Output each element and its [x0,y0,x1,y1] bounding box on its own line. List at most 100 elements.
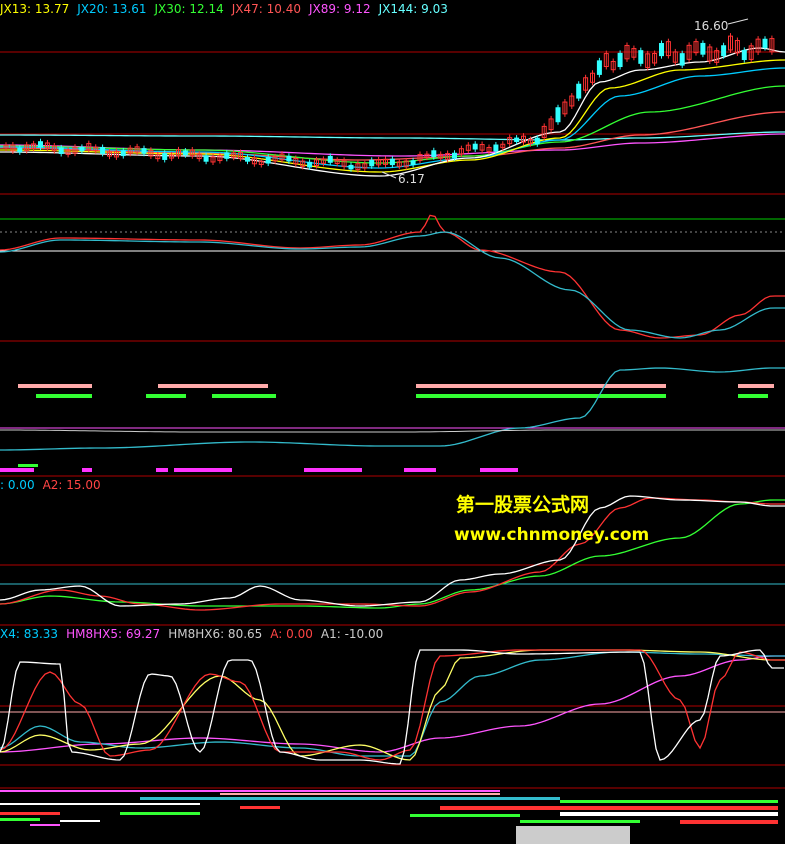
candle-body [617,52,623,68]
candle-body [762,38,768,49]
signal-bar [82,468,92,472]
signal-bar [0,790,500,792]
candle-body [203,155,209,162]
signal-bar [174,468,232,472]
low-price-label: 6.17 [398,172,425,186]
candle-body [327,155,333,163]
main-chart-indicator-row: JX13: 13.77 JX20: 13.61 JX30: 12.14 JX47: 1… [0,2,448,16]
candle-body [286,155,292,162]
watermark-url: www.chnmoney.com [454,525,650,545]
indicator-value: JX20: 13.61 [77,2,147,16]
indicator-value: JX89: 9.12 [309,2,371,16]
candle-body [38,141,43,148]
high-marker [727,18,749,25]
high-price-label: 16.60 [694,19,729,33]
signal-bar [0,818,40,821]
candle-body [58,147,64,154]
candle-body [431,150,437,158]
signal-bar [0,812,60,815]
candle-body [741,49,747,61]
signal-bar [520,820,640,823]
candle-body [534,137,540,145]
indicator-value: HM8HX5: 69.27 [66,627,161,641]
candle-body [348,164,354,170]
signal-bar [738,384,774,388]
signal-bar [738,394,768,398]
signal-bar [0,468,34,472]
signal-bar [120,812,200,815]
indicator-value: A: 0.00 [270,627,313,641]
candle-body [245,157,250,162]
candle-body [224,152,230,159]
osc-slow-line [0,231,785,339]
panel4-line-green [0,499,785,609]
signal-bar [212,394,276,398]
indicator-value: JX13: 13.77 [0,2,70,16]
candle-body [182,150,188,156]
indicator-value: : 0.00 [0,478,35,492]
signal-bar [560,812,778,816]
candle-body [162,152,168,160]
candle-body [493,144,499,152]
signal-bar [416,384,666,388]
signal-bar [158,384,268,388]
signal-bar [18,464,38,467]
signal-bar [404,468,436,472]
candle-body [79,146,85,152]
candle-body [17,147,23,153]
candle-body [596,60,602,75]
watermark-title: 第一股票公式网 [456,494,590,516]
panel3-line-a [0,367,785,451]
signal-bar [146,394,186,398]
indicator-value: X4: 83.33 [0,627,59,641]
candle-body [576,83,582,99]
signal-bar [304,468,362,472]
signal-bar [60,820,100,822]
signal-bar [560,800,778,803]
signal-bar [156,468,168,472]
hm8hx5-line [0,655,785,753]
indicator-value: JX30: 12.14 [154,2,224,16]
signal-bar [18,384,92,388]
candle-body [452,152,457,159]
osc-fast-line [0,214,785,339]
candle-body [120,150,126,157]
candle-body [700,42,706,55]
candle-body [410,160,416,165]
candle-body [265,156,271,164]
indicator-chart-canvas[interactable] [0,0,785,844]
signal-bar [0,803,200,805]
candle-body [638,50,644,64]
signal-bar [440,806,778,810]
indicator-value: JX144: 9.03 [378,2,448,16]
hx4-line [0,651,785,757]
panel5-indicator-row: X4: 83.33 HM8HX5: 69.27 HM8HX6: 80.65 A: 0.… [0,627,383,641]
candle-body [389,158,395,166]
signal-bar [410,814,520,817]
candle-body [721,45,727,57]
panel4-line-white [0,495,785,607]
panel4-indicator-row: : 0.00 A2: 15.00 [0,478,101,492]
signal-bar [680,820,778,824]
candle-body [659,43,664,57]
signal-bar [416,394,666,398]
signal-bar [240,806,280,809]
signal-bar [30,824,60,826]
signal-bar [140,797,560,800]
ma13-line [0,59,785,173]
candle-body [307,161,313,168]
stock-chart-window: JX13: 13.77 JX20: 13.61 JX30: 12.14 JX47: 1… [0,0,785,844]
signal-bar [220,793,500,795]
panel4-line-red [0,497,785,611]
candle-body [369,159,375,167]
candle-body [100,146,106,154]
indicator-value: A2: 15.00 [42,478,101,492]
panel3-line-b [0,429,785,433]
candle-body [472,143,478,150]
signal-bar [36,394,92,398]
candle-body [555,107,561,123]
candle-body [141,148,147,154]
candle-body [514,137,520,142]
signal-bar [516,826,630,844]
indicator-value: JX47: 10.40 [231,2,301,16]
